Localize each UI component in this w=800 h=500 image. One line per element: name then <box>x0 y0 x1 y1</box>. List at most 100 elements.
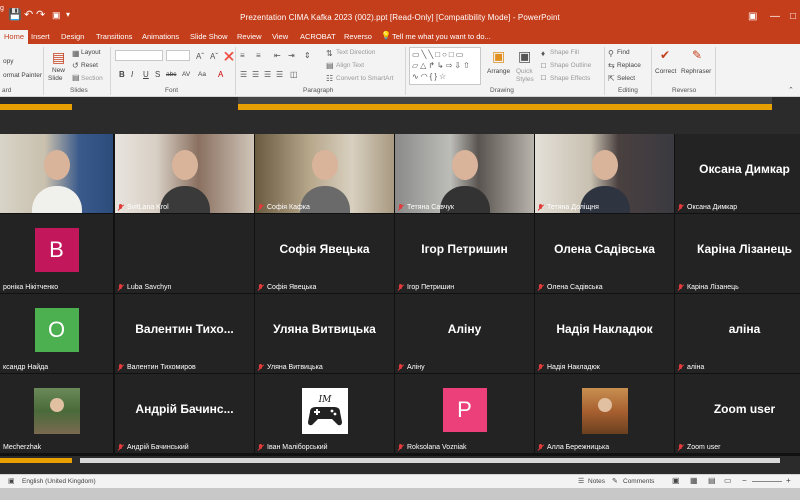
tab-acrobat[interactable]: ACROBAT <box>300 32 336 41</box>
participant-name-label: Олена Садівська <box>538 284 603 291</box>
participant-tile[interactable]: Mecherzhak <box>0 374 113 453</box>
new-slide-button[interactable]: New <box>52 67 65 74</box>
reading-view-icon[interactable]: ▤ <box>708 476 716 485</box>
participant-tile[interactable]: аліна аліна <box>675 294 800 373</box>
gamepad-logo-picture: IM <box>301 388 348 434</box>
tab-review[interactable]: Review <box>237 32 262 41</box>
participant-tile[interactable]: Тетяна Савчук <box>395 134 534 213</box>
participant-tile[interactable]: Тетяна Доліщня <box>535 134 674 213</box>
participant-tile[interactable]: Уляна Витвицька Уляна Витвицька <box>255 294 394 373</box>
copy-button[interactable]: opy <box>3 58 13 65</box>
shapes-gallery[interactable]: ▭╲╲□○□▭ ▱△↱↳⇨⇩⇧ ∿◠{}☆ <box>409 47 481 85</box>
increase-indent-icon[interactable]: ⇥ <box>288 51 295 60</box>
spell-check-icon[interactable]: ▣ <box>8 477 15 485</box>
clear-formatting-icon[interactable]: ❌ <box>224 52 234 61</box>
participant-name-label: Zoom user <box>678 444 720 451</box>
justify-icon[interactable]: ☰ <box>276 70 283 79</box>
slide-sorter-icon[interactable]: ▦ <box>690 476 698 485</box>
rephraser-button[interactable]: Rephraser <box>681 68 711 75</box>
shape-outline-button[interactable]: Shape Outline <box>550 62 591 69</box>
zoom-in-icon[interactable]: + <box>786 476 791 485</box>
decrease-font-icon[interactable]: Aˇ <box>210 52 218 61</box>
numbering-icon[interactable]: ≡ <box>256 51 261 60</box>
tab-design[interactable]: Design <box>61 32 84 41</box>
layout-button[interactable]: Layout <box>81 49 101 56</box>
participant-tile[interactable]: Валентин Тихо... Валентин Тихомиров <box>115 294 254 373</box>
align-left-icon[interactable]: ☰ <box>240 70 247 79</box>
tell-me-search[interactable]: Tell me what you want to do... <box>392 32 491 41</box>
taskbar-edge <box>0 488 800 500</box>
normal-view-icon[interactable]: ▣ <box>672 476 680 485</box>
arrange-button[interactable]: Arrange <box>487 68 510 75</box>
participant-video <box>535 134 674 213</box>
format-painter-button[interactable]: ormat Painter <box>3 72 42 79</box>
section-button[interactable]: Section <box>81 75 103 82</box>
decrease-indent-icon[interactable]: ⇤ <box>274 51 281 60</box>
shadow-text-button[interactable]: S <box>155 70 160 79</box>
minimize-icon[interactable]: — <box>770 11 780 22</box>
participant-tile[interactable]: Софія Явецька Софія Явецька <box>255 214 394 293</box>
profile-figure <box>597 398 612 412</box>
participant-tile[interactable] <box>0 134 113 213</box>
participant-tile[interactable]: P Roksolana Vozniak <box>395 374 534 453</box>
character-spacing-button[interactable]: AV <box>182 71 190 78</box>
notes-button[interactable]: Notes <box>588 478 605 485</box>
tab-home[interactable]: Home <box>0 30 29 44</box>
text-direction-button[interactable]: Text Direction <box>336 49 375 56</box>
find-button[interactable]: Find <box>617 49 630 56</box>
ribbon-display-options-icon[interactable]: ▣ <box>748 11 757 22</box>
collapse-ribbon-icon[interactable]: ⌃ <box>788 86 794 95</box>
columns-icon[interactable]: ◫ <box>290 70 298 79</box>
align-text-button[interactable]: Align Text <box>336 62 364 69</box>
participant-tile[interactable]: IM Іван Малiборський <box>255 374 394 453</box>
shape-effects-button[interactable]: Shape Effects <box>550 75 590 82</box>
replace-button[interactable]: Replace <box>617 62 641 69</box>
participant-tile[interactable]: Аліну Аліну <box>395 294 534 373</box>
shape-fill-button[interactable]: Shape Fill <box>550 49 579 56</box>
tab-insert[interactable]: Insert <box>31 32 50 41</box>
align-center-icon[interactable]: ☰ <box>252 70 259 79</box>
change-case-button[interactable]: Aa <box>198 71 206 78</box>
correct-button[interactable]: Correct <box>655 68 676 75</box>
participant-tile[interactable]: Софія Кафка <box>255 134 394 213</box>
maximize-icon[interactable]: □ <box>790 11 796 22</box>
participant-tile[interactable]: Андрій Бачинс... Андрій Бачинський <box>115 374 254 453</box>
convert-smartart-button[interactable]: Convert to SmartArt <box>336 75 393 82</box>
participant-tile[interactable]: Каріна Лізанець Каріна Лізанець <box>675 214 800 293</box>
slide-show-icon[interactable]: ▭ <box>724 476 732 485</box>
strikethrough-button[interactable]: abc <box>166 71 176 78</box>
font-color-button[interactable]: A <box>218 70 223 79</box>
participant-tile[interactable]: Оксана Димкар Оксана Димкар <box>675 134 800 213</box>
quick-styles-button[interactable]: Quick <box>516 68 533 75</box>
participant-tile[interactable]: Олена Садівська Олена Садівська <box>535 214 674 293</box>
line-spacing-icon[interactable]: ⇕ <box>304 51 311 60</box>
tab-view[interactable]: View <box>272 32 288 41</box>
participant-tile[interactable]: Ігор Петришин Ігор Петришин <box>395 214 534 293</box>
font-size-dropdown[interactable] <box>166 50 190 61</box>
participant-tile[interactable]: Оксандр Найда <box>0 294 113 373</box>
comments-button[interactable]: Comments <box>623 478 654 485</box>
participant-tile[interactable]: Luba Savchyn <box>115 214 254 293</box>
participant-tile[interactable]: Bроніка Нікітченко <box>0 214 113 293</box>
tab-transitions[interactable]: Transitions <box>96 32 132 41</box>
participant-tile[interactable]: Алла Бережницька <box>535 374 674 453</box>
italic-button[interactable]: I <box>131 70 133 79</box>
participant-tile[interactable]: SvitLana Krol <box>115 134 254 213</box>
underline-button[interactable]: U <box>143 70 149 79</box>
tab-slide-show[interactable]: Slide Show <box>190 32 228 41</box>
language-status[interactable]: English (United Kingdom) <box>22 478 96 485</box>
participant-name-text: Олена Садівська <box>547 284 603 291</box>
align-right-icon[interactable]: ☰ <box>264 70 271 79</box>
reset-button[interactable]: Reset <box>81 62 98 69</box>
bold-button[interactable]: B <box>119 70 125 79</box>
bullets-icon[interactable]: ≡ <box>240 51 245 60</box>
participant-tile[interactable]: Zoom user Zoom user <box>675 374 800 453</box>
participant-tile[interactable]: Надія Накладюк Надія Накладюк <box>535 294 674 373</box>
select-button[interactable]: Select <box>617 75 635 82</box>
zoom-out-icon[interactable]: − <box>742 476 747 485</box>
font-family-dropdown[interactable] <box>115 50 163 61</box>
tab-animations[interactable]: Animations <box>142 32 179 41</box>
zoom-slider[interactable] <box>752 481 782 482</box>
tab-reverso[interactable]: Reverso <box>344 32 372 41</box>
increase-font-icon[interactable]: Aˆ <box>196 52 204 61</box>
